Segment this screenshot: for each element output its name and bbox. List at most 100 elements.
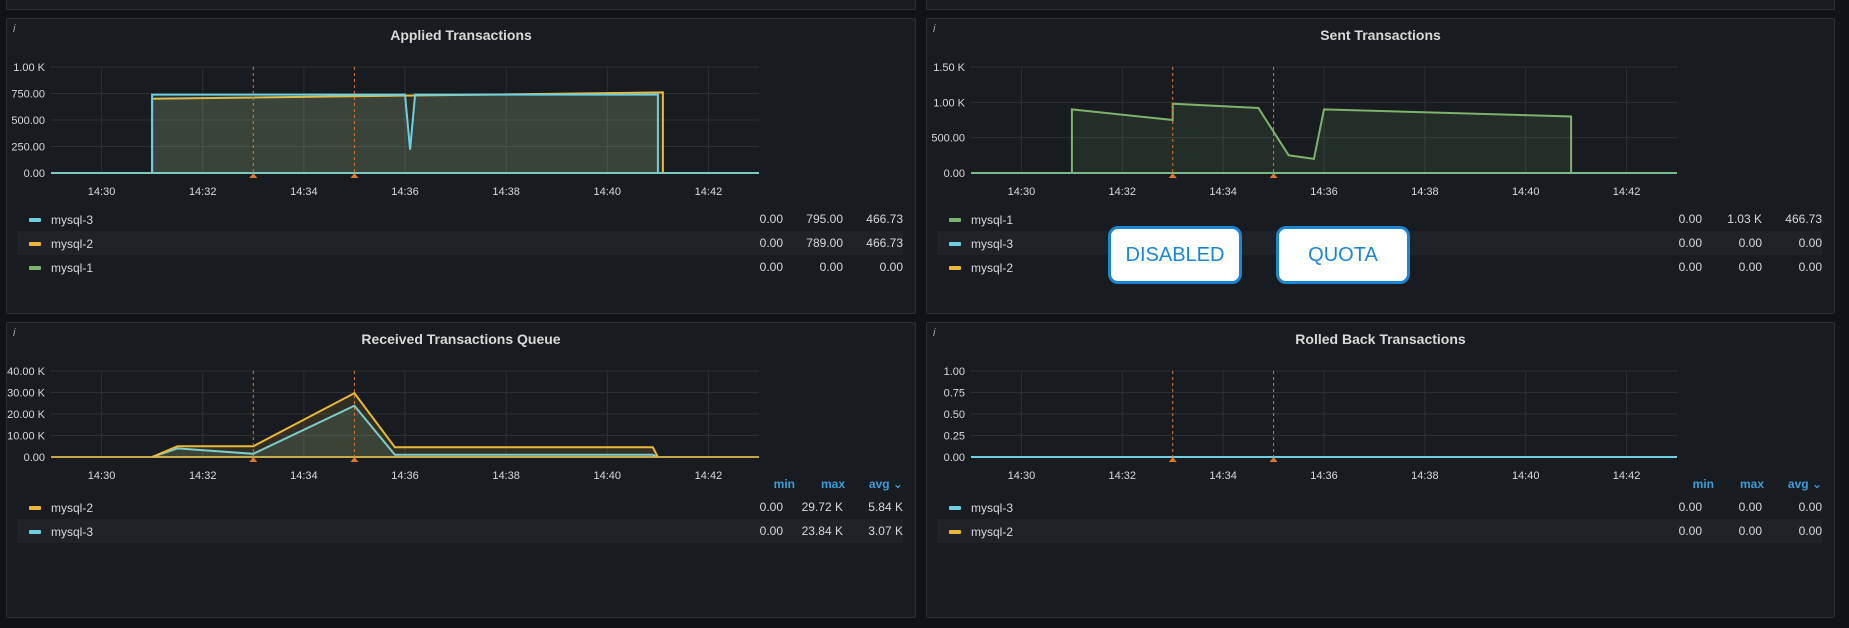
legend-max-value: 23.84 K [801, 524, 843, 538]
legend-values: 0.00 795.00 466.73 [733, 207, 903, 231]
x-tick-label: 14:40 [1512, 186, 1540, 198]
legend-min-value: 0.00 [759, 524, 783, 538]
x-tick-label: 14:40 [594, 186, 622, 198]
x-tick-label: 14:38 [492, 470, 520, 482]
legend-header[interactable]: min max avg ⌄ [1664, 475, 1822, 493]
x-tick-label: 14:30 [1008, 470, 1036, 482]
x-tick-label: 14:34 [1209, 470, 1237, 482]
panel-title[interactable]: Received Transactions Queue [7, 331, 915, 347]
legend-min-value: 0.00 [759, 212, 783, 226]
legend-header-min[interactable]: min [759, 475, 795, 493]
series-fill-mysql-3 [152, 94, 658, 173]
x-tick-label: 14:30 [88, 470, 116, 482]
legend-swatch [949, 505, 961, 510]
legend-header-avg[interactable]: avg ⌄ [859, 475, 903, 493]
panel-received-transactions-queue: i Received Transactions Queue 40.00 K 30.… [6, 322, 916, 618]
y-tick-label: 0.25 [944, 431, 965, 443]
legend-max-value: 789.00 [806, 236, 843, 250]
legend-label: mysql-2 [51, 236, 94, 251]
legend-label: mysql-1 [971, 212, 1014, 227]
y-tick-label: 1.00 K [933, 97, 965, 109]
legend-avg-value: 5.84 K [868, 500, 903, 514]
legend-values: 0.00 0.00 0.00 [1652, 231, 1822, 255]
legend-min-value: 0.00 [1678, 236, 1702, 250]
x-tick-label: 14:36 [1310, 470, 1338, 482]
legend-item-mysql-2[interactable]: mysql-2 0.00 0.00 0.00 [937, 519, 1822, 543]
legend-label: mysql-3 [51, 212, 94, 227]
legend-min-value: 0.00 [759, 500, 783, 514]
legend-values: 0.00 29.72 K 5.84 K [733, 495, 903, 519]
legend-min-value: 0.00 [759, 236, 783, 250]
legend-values: 0.00 0.00 0.00 [1652, 255, 1822, 279]
callout-disabled: DISABLED [1108, 226, 1242, 284]
legend-header-max[interactable]: max [1728, 475, 1764, 493]
x-tick-label: 14:38 [1411, 470, 1439, 482]
x-tick-label: 14:40 [1512, 470, 1540, 482]
legend-item-mysql-3[interactable]: mysql-3 0.00 0.00 0.00 [937, 495, 1822, 519]
legend-item-mysql-2[interactable]: mysql-2 0.00 29.72 K 5.84 K [17, 495, 903, 519]
x-tick-label: 14:40 [594, 470, 622, 482]
legend-header-min[interactable]: min [1678, 475, 1714, 493]
x-tick-label: 14:38 [492, 186, 520, 198]
legend-swatch [29, 265, 41, 270]
legend-header[interactable]: min max avg ⌄ [745, 475, 903, 493]
legend-avg-value: 0.00 [1798, 500, 1822, 514]
legend-label: mysql-2 [51, 500, 94, 515]
legend-swatch [949, 241, 961, 246]
legend-label: mysql-2 [971, 260, 1014, 275]
legend-avg-value: 0.00 [1798, 260, 1822, 274]
legend-item-mysql-3[interactable]: mysql-3 0.00 795.00 466.73 [17, 207, 903, 231]
legend-header-avg[interactable]: avg ⌄ [1778, 475, 1822, 493]
legend-min-value: 0.00 [1678, 212, 1702, 226]
y-tick-label: 500.00 [11, 115, 45, 127]
y-tick-label: 0.00 [944, 168, 965, 180]
panel-title[interactable]: Applied Transactions [7, 27, 915, 43]
legend-max-value: 0.00 [1738, 236, 1762, 250]
legend-avg-value: 0.00 [1798, 524, 1822, 538]
panel-title[interactable]: Rolled Back Transactions [927, 331, 1834, 347]
x-tick-label: 14:32 [1109, 186, 1137, 198]
legend-item-mysql-3[interactable]: mysql-3 0.00 23.84 K 3.07 K [17, 519, 903, 543]
y-tick-label: 0.00 [944, 452, 965, 464]
panel-title[interactable]: Sent Transactions [927, 27, 1834, 43]
legend-swatch [29, 241, 41, 246]
legend-min-value: 0.00 [759, 260, 783, 274]
legend-label: mysql-1 [51, 260, 94, 275]
legend-max-value: 1.03 K [1727, 212, 1762, 226]
legend-swatch [29, 217, 41, 222]
x-tick-label: 14:36 [391, 186, 419, 198]
legend-max-value: 0.00 [819, 260, 843, 274]
x-tick-label: 14:32 [189, 470, 217, 482]
legend-max-value: 0.00 [1738, 260, 1762, 274]
legend-item-mysql-1[interactable]: mysql-1 0.00 0.00 0.00 [17, 255, 903, 279]
legend-max-value: 0.00 [1738, 500, 1762, 514]
x-tick-label: 14:34 [290, 470, 318, 482]
x-tick-label: 14:42 [695, 186, 723, 198]
legend-values: 0.00 789.00 466.73 [733, 231, 903, 255]
legend-values: 0.00 0.00 0.00 [1652, 495, 1822, 519]
legend-avg-value: 0.00 [879, 260, 903, 274]
legend-header-max[interactable]: max [809, 475, 845, 493]
x-tick-label: 14:42 [1613, 470, 1641, 482]
legend-avg-value: 0.00 [1798, 236, 1822, 250]
y-tick-label: 30.00 K [7, 388, 46, 400]
x-tick-label: 14:42 [1613, 186, 1641, 198]
legend-swatch [29, 505, 41, 510]
legend-max-value: 0.00 [1738, 524, 1762, 538]
legend-label: mysql-2 [971, 524, 1014, 539]
y-tick-label: 0.50 [944, 409, 965, 421]
legend-swatch [949, 217, 961, 222]
x-tick-label: 14:36 [1310, 186, 1338, 198]
legend-max-value: 795.00 [806, 212, 843, 226]
x-tick-label: 14:38 [1411, 186, 1439, 198]
legend-avg-value: 466.73 [866, 212, 903, 226]
legend-item-mysql-2[interactable]: mysql-2 0.00 789.00 466.73 [17, 231, 903, 255]
y-tick-label: 10.00 K [7, 431, 46, 443]
x-tick-label: 14:30 [1008, 186, 1036, 198]
legend-avg-value: 466.73 [1785, 212, 1822, 226]
y-tick-label: 0.00 [24, 168, 45, 180]
panel-rolled-back-transactions: i Rolled Back Transactions 1.00 0.75 0.50 0… [926, 322, 1835, 618]
y-tick-label: 1.00 K [13, 62, 45, 74]
legend-swatch [949, 529, 961, 534]
legend-values: 0.00 0.00 0.00 [1652, 519, 1822, 543]
